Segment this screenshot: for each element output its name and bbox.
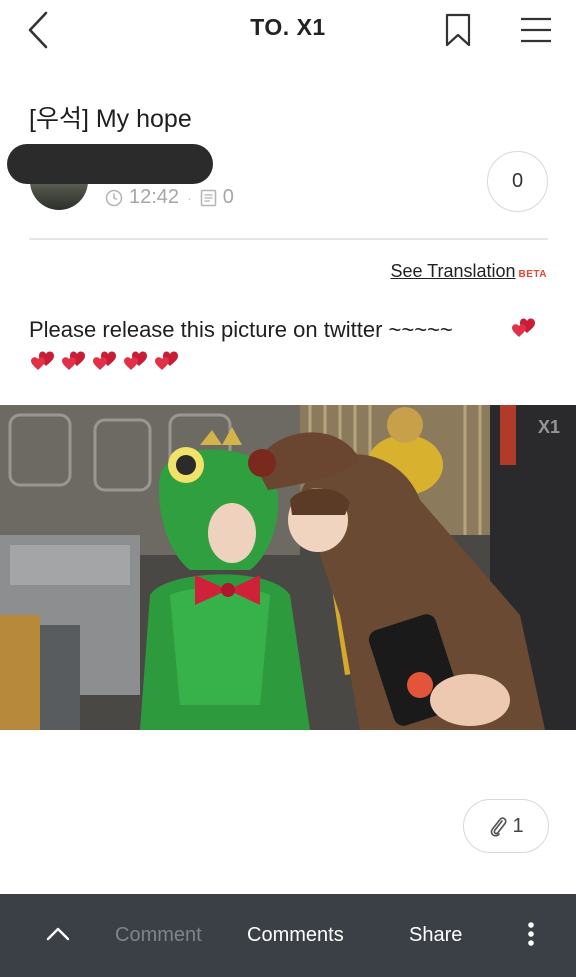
share-button[interactable]: Share xyxy=(409,924,462,947)
comment-count: 0 xyxy=(222,186,234,208)
heart-emoji-row xyxy=(29,348,181,376)
heart-emoji-icon xyxy=(62,351,85,370)
post-photo[interactable]: X1 xyxy=(0,405,576,730)
comments-button[interactable]: Comments xyxy=(247,924,344,947)
heart-emoji-icon xyxy=(31,351,54,370)
post-time: 12:42 xyxy=(129,186,180,208)
write-comment-button[interactable]: Comment xyxy=(115,924,202,947)
beta-badge: BETA xyxy=(518,269,547,280)
app-header: TO. X1 xyxy=(0,0,576,60)
heart-emoji-icon xyxy=(155,351,178,370)
post-title: [우석] My hope xyxy=(29,105,192,133)
attachment-button[interactable]: 1 xyxy=(463,799,549,853)
heart-emoji-icon xyxy=(124,351,147,370)
see-translation-label: See Translation xyxy=(390,261,516,281)
attachment-count: 1 xyxy=(512,814,524,837)
bookmark-button[interactable] xyxy=(440,10,476,50)
meta-separator: · xyxy=(187,189,192,206)
bottom-action-bar: Comment Comments Share xyxy=(0,894,576,977)
post-meta: 12:42 · 0 xyxy=(105,186,234,209)
menu-button[interactable] xyxy=(514,10,558,50)
like-count-button[interactable]: 0 xyxy=(487,151,548,212)
clock-icon xyxy=(105,189,123,206)
page-title: TO. X1 xyxy=(250,14,326,40)
post-body-text: Please release this picture on twitter ~… xyxy=(29,317,453,342)
redacted-author-name xyxy=(7,144,213,184)
see-translation-link[interactable]: See Translation BETA xyxy=(390,261,547,282)
heart-emoji-icon xyxy=(512,318,535,337)
more-vertical-icon xyxy=(528,922,534,946)
more-options-button[interactable] xyxy=(516,914,546,954)
paperclip-icon xyxy=(491,817,507,837)
photo-illustration xyxy=(0,405,576,730)
comment-count-icon xyxy=(200,189,216,206)
hamburger-menu-icon xyxy=(521,17,551,43)
photo-watermark: X1 xyxy=(537,417,560,437)
bookmark-icon xyxy=(445,13,471,47)
chevron-up-icon xyxy=(46,927,70,941)
divider xyxy=(29,238,548,240)
scroll-up-button[interactable] xyxy=(36,914,80,954)
heart-emoji-icon xyxy=(93,351,116,370)
